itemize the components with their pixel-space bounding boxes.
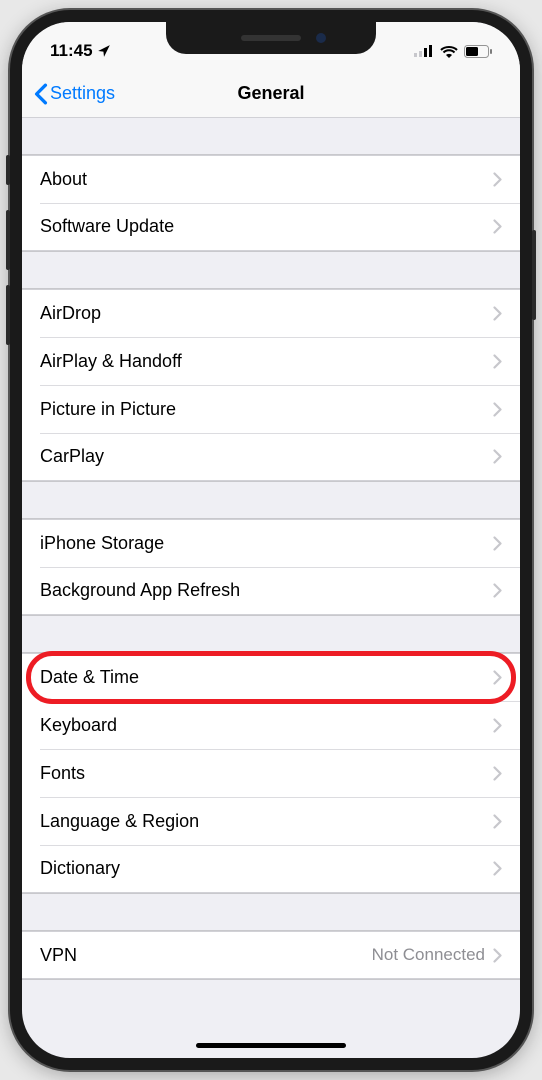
row-label: Date & Time xyxy=(40,667,493,688)
battery-icon xyxy=(464,45,492,58)
front-camera xyxy=(316,33,326,43)
chevron-right-icon xyxy=(493,861,502,876)
settings-row-software-update[interactable]: Software Update xyxy=(22,203,520,251)
chevron-right-icon xyxy=(493,766,502,781)
row-label: Software Update xyxy=(40,216,493,237)
settings-group: VPNNot Connected xyxy=(22,930,520,980)
chevron-left-icon xyxy=(34,83,48,105)
volume-down-button xyxy=(6,285,10,345)
mute-switch xyxy=(6,155,10,185)
row-label: Fonts xyxy=(40,763,493,784)
screen: 11:45 xyxy=(22,22,520,1058)
settings-row-airplay-handoff[interactable]: AirPlay & Handoff xyxy=(22,337,520,385)
group-separator xyxy=(22,894,520,930)
settings-row-date-time[interactable]: Date & Time xyxy=(22,653,520,701)
location-arrow-icon xyxy=(97,44,111,58)
phone-frame: 11:45 xyxy=(10,10,532,1070)
row-detail: Not Connected xyxy=(372,945,485,965)
row-label: About xyxy=(40,169,493,190)
settings-row-iphone-storage[interactable]: iPhone Storage xyxy=(22,519,520,567)
group-separator xyxy=(22,118,520,154)
group-separator xyxy=(22,616,520,652)
settings-group: Date & Time Keyboard Fonts Language & Regio… xyxy=(22,652,520,894)
chevron-right-icon xyxy=(493,814,502,829)
settings-group: About Software Update xyxy=(22,154,520,252)
back-button[interactable]: Settings xyxy=(34,83,115,105)
nav-header: Settings General xyxy=(22,70,520,118)
chevron-right-icon xyxy=(493,536,502,551)
settings-row-background-app-refresh[interactable]: Background App Refresh xyxy=(22,567,520,615)
settings-list[interactable]: About Software Update AirDrop AirPlay & Han… xyxy=(22,118,520,980)
settings-row-airdrop[interactable]: AirDrop xyxy=(22,289,520,337)
settings-group: iPhone Storage Background App Refresh xyxy=(22,518,520,616)
settings-row-dictionary[interactable]: Dictionary xyxy=(22,845,520,893)
group-separator xyxy=(22,252,520,288)
chevron-right-icon xyxy=(493,948,502,963)
settings-group: AirDrop AirPlay & Handoff Picture in Pictu… xyxy=(22,288,520,482)
chevron-right-icon xyxy=(493,583,502,598)
chevron-right-icon xyxy=(493,219,502,234)
row-label: AirDrop xyxy=(40,303,493,324)
settings-row-keyboard[interactable]: Keyboard xyxy=(22,701,520,749)
chevron-right-icon xyxy=(493,172,502,187)
power-button xyxy=(532,230,536,320)
row-label: Picture in Picture xyxy=(40,399,493,420)
back-label: Settings xyxy=(50,83,115,104)
chevron-right-icon xyxy=(493,402,502,417)
settings-row-picture-in-picture[interactable]: Picture in Picture xyxy=(22,385,520,433)
wifi-icon xyxy=(440,45,458,58)
settings-row-carplay[interactable]: CarPlay xyxy=(22,433,520,481)
volume-up-button xyxy=(6,210,10,270)
row-label: AirPlay & Handoff xyxy=(40,351,493,372)
chevron-right-icon xyxy=(493,306,502,321)
chevron-right-icon xyxy=(493,354,502,369)
cellular-signal-icon xyxy=(414,45,434,57)
row-label: Background App Refresh xyxy=(40,580,493,601)
row-label: iPhone Storage xyxy=(40,533,493,554)
speaker-grille xyxy=(241,35,301,41)
chevron-right-icon xyxy=(493,670,502,685)
status-time: 11:45 xyxy=(50,41,93,61)
settings-row-language-region[interactable]: Language & Region xyxy=(22,797,520,845)
row-label: CarPlay xyxy=(40,446,493,467)
page-title: General xyxy=(237,83,304,104)
settings-row-vpn[interactable]: VPNNot Connected xyxy=(22,931,520,979)
settings-row-fonts[interactable]: Fonts xyxy=(22,749,520,797)
settings-row-about[interactable]: About xyxy=(22,155,520,203)
notch xyxy=(166,22,376,54)
row-label: Keyboard xyxy=(40,715,493,736)
row-label: Dictionary xyxy=(40,858,493,879)
home-indicator[interactable] xyxy=(196,1043,346,1048)
chevron-right-icon xyxy=(493,449,502,464)
group-separator xyxy=(22,482,520,518)
row-label: Language & Region xyxy=(40,811,493,832)
row-label: VPN xyxy=(40,945,372,966)
chevron-right-icon xyxy=(493,718,502,733)
